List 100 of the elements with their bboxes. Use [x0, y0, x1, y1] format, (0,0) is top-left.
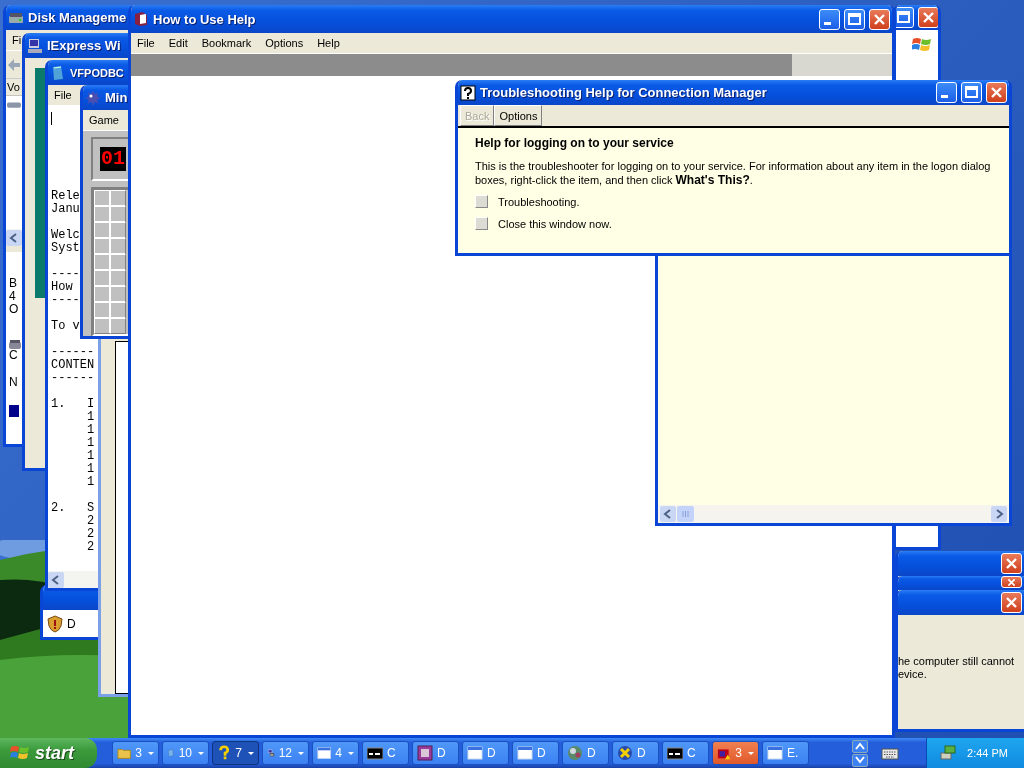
taskbar-button[interactable]: 10: [162, 741, 209, 765]
text-line: How: [51, 281, 73, 294]
help-paragraph: This is the troubleshooter for logging on to your service. For information about any item in the logon dialog boxes, right-click the item, and then click What's This?.: [475, 159, 992, 187]
clock: 2:44 PM: [967, 747, 1008, 759]
mine-icon: [85, 89, 101, 106]
caret-down-icon: [855, 756, 865, 764]
text-line: 1: [86, 450, 95, 463]
scroll-down-button[interactable]: [852, 753, 868, 767]
book-icon: [133, 11, 149, 27]
document-icon: [50, 64, 66, 81]
text-line: Welc: [51, 229, 80, 242]
legend-swatch-icon: [9, 405, 19, 417]
window-icon: [317, 745, 332, 761]
scroll-left-icon: [6, 229, 22, 246]
maximize-icon[interactable]: [897, 11, 910, 24]
taskbar-button[interactable]: C: [662, 741, 709, 765]
taskbar-button[interactable]: 7: [212, 741, 259, 765]
text-line: ----: [51, 268, 80, 281]
menu-item[interactable]: Help: [317, 37, 340, 49]
shield-icon: [47, 614, 63, 633]
help-icon: [217, 745, 232, 761]
taskbar-button[interactable]: E.: [762, 741, 809, 765]
scroll-right-icon: [991, 506, 1007, 522]
taskbar-button[interactable]: D: [612, 741, 659, 765]
message-text: he computer still cannot: [898, 655, 1016, 668]
menu-item[interactable]: Game: [89, 114, 119, 126]
text-line: CONTEN: [51, 359, 95, 372]
help-heading: Help for logging on to your service: [475, 136, 675, 150]
scroll-left-icon: [48, 571, 64, 588]
maximize-button[interactable]: [896, 7, 914, 28]
taskbar-button[interactable]: 12: [262, 741, 309, 765]
option-button[interactable]: Troubleshooting.: [475, 195, 995, 208]
scrollbar[interactable]: [658, 505, 1009, 523]
window-icon: [517, 745, 533, 761]
message-text: evice.: [898, 668, 928, 681]
network-icon[interactable]: [939, 744, 958, 762]
text-line: 1: [86, 463, 95, 476]
text-cursor: [51, 112, 52, 125]
text-line: 2: [86, 528, 95, 541]
taskbar-button[interactable]: D: [462, 741, 509, 765]
menu-item[interactable]: Edit: [168, 37, 188, 49]
console-icon: [667, 745, 683, 761]
disk-label: O: [9, 303, 19, 316]
taskbar-button[interactable]: 3: [112, 741, 159, 765]
text-line: 1: [86, 424, 95, 437]
text-line: To v: [51, 320, 80, 333]
text-line: 2: [86, 515, 95, 528]
text-line: 2: [86, 541, 95, 554]
window-title: VFPODBC: [70, 66, 124, 79]
setup-icon: [27, 37, 43, 54]
window-title: Troubleshooting Help for Connection Manager: [480, 85, 767, 100]
text-line: Janu: [51, 203, 80, 216]
taskbar-button[interactable]: D: [512, 741, 559, 765]
mine-grid[interactable]: [94, 190, 126, 334]
scrollbar[interactable]: [48, 571, 98, 588]
menu-item[interactable]: File: [54, 89, 72, 101]
column-header[interactable]: Vo: [6, 79, 22, 96]
disk-label: C: [9, 349, 18, 362]
text-line: ------: [51, 346, 95, 359]
help-icon: [460, 84, 476, 101]
keyboard-icon[interactable]: [881, 746, 899, 760]
drive-icon: [7, 101, 21, 109]
windows-flag-icon: [912, 36, 932, 54]
window-title: IExpress Wi: [47, 38, 121, 53]
text-line: 1. I: [51, 398, 95, 411]
mine-counter: 01: [100, 147, 126, 171]
toolbar-button[interactable]: Options: [494, 105, 543, 126]
scroll-left-icon: [660, 506, 676, 522]
text-line: 1: [86, 476, 95, 489]
text-line: 1: [86, 437, 95, 450]
menu-item[interactable]: Options: [265, 37, 304, 49]
text-line: ------: [51, 372, 95, 385]
console-icon: [367, 745, 383, 761]
windows-flag-icon: [10, 744, 30, 762]
app-icon: [567, 745, 583, 761]
scrollbar[interactable]: [6, 229, 22, 246]
text-line: Syst: [51, 242, 80, 255]
window-title: Min: [105, 90, 128, 105]
close-button[interactable]: [1001, 576, 1022, 588]
taskbar-button[interactable]: 3: [712, 741, 759, 765]
menu-item[interactable]: File: [137, 37, 155, 49]
option-button[interactable]: Close this window now.: [475, 217, 995, 230]
taskbar-button[interactable]: C: [362, 741, 409, 765]
disk-label: B: [9, 277, 17, 290]
start-button[interactable]: start: [0, 738, 97, 768]
text-line: 2. S: [51, 502, 95, 515]
scroll-thumb-icon: [677, 506, 694, 522]
scroll-up-button[interactable]: [852, 739, 868, 753]
status-text: D: [67, 616, 76, 631]
menu-item[interactable]: Bookmark: [201, 37, 252, 49]
taskbar-button[interactable]: D: [562, 741, 609, 765]
window-title: Disk Manageme: [28, 10, 127, 25]
menu-item[interactable]: Fi: [12, 34, 22, 46]
disk-label: N: [9, 376, 18, 389]
text-line: Rele: [51, 190, 80, 203]
close-icon[interactable]: [1005, 578, 1018, 587]
caret-up-icon: [855, 742, 865, 750]
taskbar-button[interactable]: 4: [312, 741, 359, 765]
taskbar-button[interactable]: D: [412, 741, 459, 765]
window-icon: [767, 745, 783, 761]
